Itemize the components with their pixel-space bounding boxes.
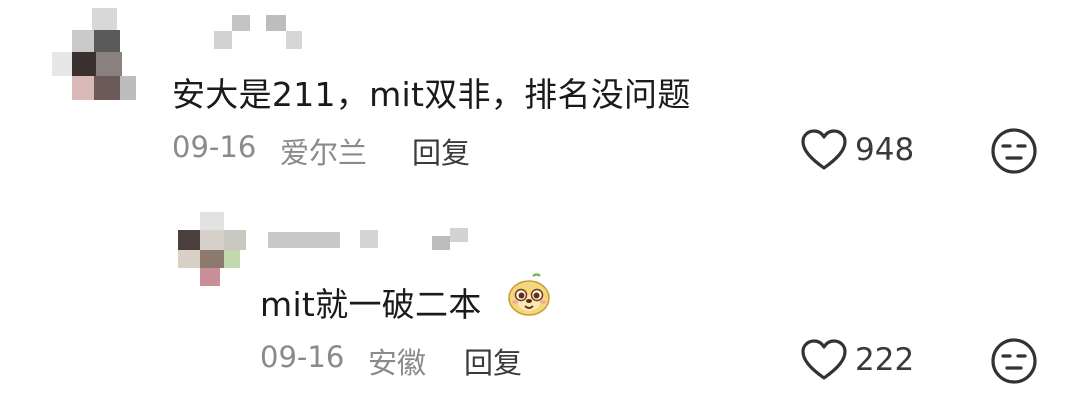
avatar-pixel (94, 30, 120, 52)
dog-face-emoji-icon (506, 272, 552, 318)
username-pixel (266, 15, 286, 31)
comment-date: 09-16 (172, 130, 257, 164)
reply-avatar[interactable] (178, 212, 250, 286)
heart-outline-icon (801, 129, 847, 170)
reply-username[interactable] (268, 228, 488, 258)
username-pixel (232, 15, 250, 31)
reply-button[interactable]: 回复 (464, 340, 522, 382)
avatar-pixel (72, 52, 96, 76)
avatar-pixel (200, 268, 220, 286)
avatar-pixel (92, 8, 117, 30)
comment-text: 安大是211，mit双非，排名没问题 (172, 75, 691, 114)
avatar-pixel (52, 52, 72, 76)
neutral-face-icon (991, 338, 1037, 384)
like-button[interactable] (800, 128, 848, 172)
dislike-button[interactable] (990, 337, 1038, 385)
avatar-pixel (120, 76, 136, 100)
avatar-pixel (200, 212, 224, 230)
heart-outline-icon (801, 339, 847, 380)
avatar-pixel (224, 230, 246, 250)
like-button[interactable] (800, 338, 848, 382)
avatar-pixel (178, 250, 200, 268)
avatar-pixel (178, 230, 200, 250)
avatar-pixel (94, 76, 120, 100)
avatar-pixel (200, 230, 224, 250)
username-pixel (214, 31, 232, 49)
avatar-pixel (96, 52, 122, 76)
comment-location: 爱尔兰 (280, 136, 368, 170)
avatar-pixel (200, 250, 224, 268)
username-pixel (450, 228, 468, 242)
like-count: 948 (855, 132, 915, 168)
like-count: 222 (855, 342, 915, 378)
dislike-button[interactable] (990, 127, 1038, 175)
username-pixel (268, 232, 340, 248)
reply-date: 09-16 (260, 340, 345, 374)
avatar-pixel (72, 30, 94, 52)
username[interactable] (214, 15, 304, 55)
username-pixel (432, 236, 450, 250)
avatar-pixel (224, 250, 240, 268)
avatar[interactable] (52, 8, 142, 108)
neutral-face-icon (991, 128, 1037, 174)
username-pixel (360, 230, 378, 248)
avatar-pixel (72, 76, 94, 100)
reply-location: 安徽 (368, 346, 427, 380)
reply-text: mit就一破二本 (260, 285, 482, 324)
reply-button[interactable]: 回复 (412, 130, 470, 172)
username-pixel (286, 31, 302, 49)
